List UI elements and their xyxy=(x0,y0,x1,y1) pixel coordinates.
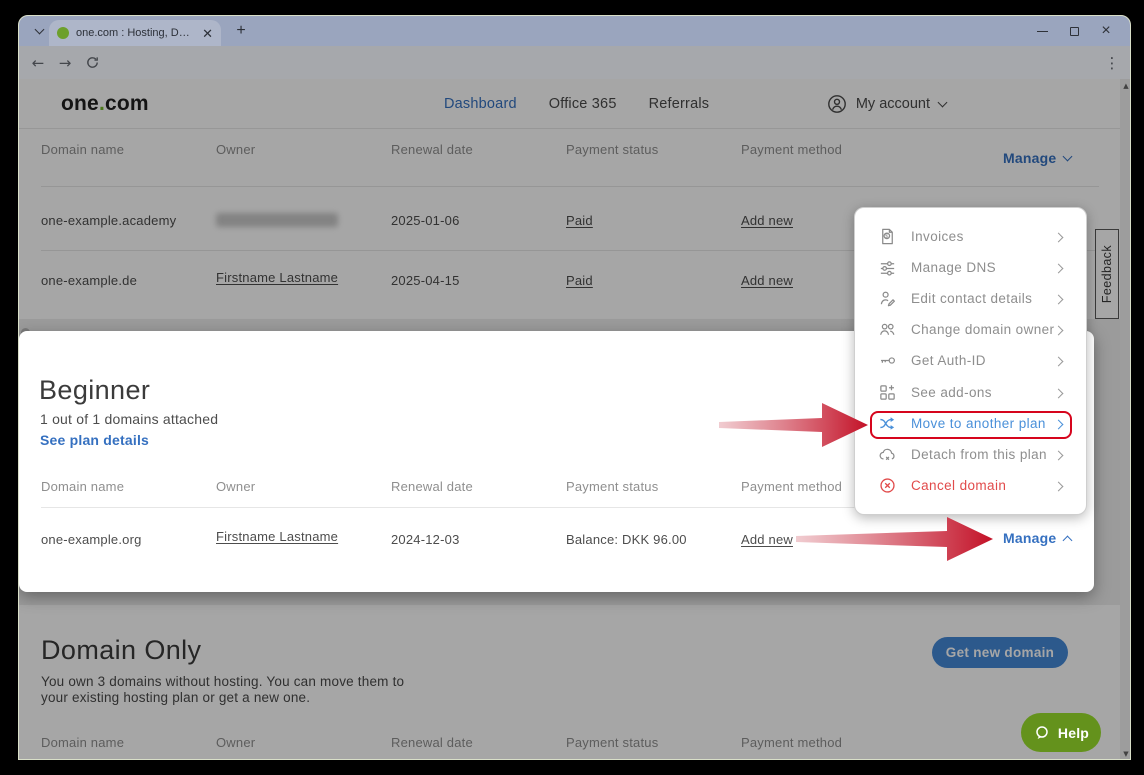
maximize-button[interactable] xyxy=(1058,16,1090,46)
menu-item-see-add-ons[interactable]: See add-ons xyxy=(855,377,1086,408)
page-content: one.com Dashboard Office 365 Referrals M… xyxy=(19,79,1131,760)
menu-item-label: Cancel domain xyxy=(911,478,1006,493)
window-controls: × xyxy=(1026,16,1122,46)
menu-item-label: Edit contact details xyxy=(911,291,1032,306)
plan-title: Beginner xyxy=(39,375,150,406)
menu-item-detach-from-plan[interactable]: Detach from this plan xyxy=(855,439,1086,470)
tab-close-icon[interactable]: ✕ xyxy=(202,27,213,40)
site-favicon xyxy=(57,27,69,39)
browser-titlebar: one.com : Hosting, Domain, Em ✕ + × xyxy=(19,16,1130,46)
chat-bubble-icon xyxy=(1033,724,1051,742)
browser-toolbar: ← → one.com/admin/account/products.do ☆ … xyxy=(19,46,1130,79)
menu-item-cancel-domain[interactable]: Cancel domain xyxy=(855,470,1086,501)
col-domain-name: Domain name xyxy=(41,479,124,494)
svg-text:$: $ xyxy=(884,233,888,240)
menu-item-change-domain-owner[interactable]: Change domain owner xyxy=(855,314,1086,345)
maximize-icon xyxy=(1070,27,1079,36)
chevron-right-icon xyxy=(1055,353,1062,368)
manage-dropdown-open[interactable]: Manage xyxy=(1003,530,1071,546)
reload-icon xyxy=(85,55,100,70)
browser-window: one.com : Hosting, Domain, Em ✕ + × ← → … xyxy=(18,15,1131,760)
menu-item-edit-contact-details[interactable]: Edit contact details xyxy=(855,283,1086,314)
chevron-right-icon xyxy=(1055,322,1062,337)
close-button[interactable]: × xyxy=(1090,16,1122,46)
annotation-highlight-box xyxy=(870,411,1072,439)
browser-menu-button[interactable]: ⋮ xyxy=(1100,46,1124,79)
manage-label: Manage xyxy=(1003,530,1056,546)
browser-tab[interactable]: one.com : Hosting, Domain, Em ✕ xyxy=(49,20,221,46)
menu-item-label: Invoices xyxy=(911,229,964,244)
addons-icon xyxy=(877,382,897,402)
chevron-right-icon xyxy=(1055,229,1062,244)
see-plan-details-link[interactable]: See plan details xyxy=(40,432,149,448)
chevron-down-icon xyxy=(34,25,44,35)
close-icon: × xyxy=(1101,23,1110,39)
col-owner: Owner xyxy=(216,479,255,494)
tab-title: one.com : Hosting, Domain, Em xyxy=(76,27,191,39)
col-renewal-date: Renewal date xyxy=(391,479,473,494)
menu-item-label: Change domain owner xyxy=(911,322,1054,337)
col-payment-status: Payment status xyxy=(566,479,658,494)
add-new-link[interactable]: Add new xyxy=(741,532,793,547)
key-icon xyxy=(877,351,897,371)
person-edit-icon xyxy=(877,289,897,309)
cloud-x-icon xyxy=(877,444,897,464)
cancel-circle-icon xyxy=(877,475,897,495)
minimize-icon xyxy=(1037,31,1048,32)
help-button[interactable]: Help xyxy=(1021,713,1101,752)
invoice-icon: $ xyxy=(877,227,897,247)
new-tab-button[interactable]: + xyxy=(229,20,253,42)
chevron-right-icon xyxy=(1055,478,1062,493)
col-payment-method: Payment method xyxy=(741,479,842,494)
sliders-icon xyxy=(877,258,897,278)
row-balance: Balance: DKK 96.00 xyxy=(566,532,687,547)
manage-dropdown-menu: $ Invoices Manage DNS Edit contact detai… xyxy=(854,207,1087,515)
tab-search-button[interactable] xyxy=(27,21,51,41)
owner-link[interactable]: Firstname Lastname xyxy=(216,529,338,544)
menu-item-manage-dns[interactable]: Manage DNS xyxy=(855,252,1086,283)
row-domain: one-example.org xyxy=(41,532,142,547)
chevron-right-icon xyxy=(1055,260,1062,275)
menu-item-label: Detach from this plan xyxy=(911,447,1047,462)
chevron-right-icon xyxy=(1055,385,1062,400)
plan-subtitle: 1 out of 1 domains attached xyxy=(40,411,218,427)
minimize-button[interactable] xyxy=(1026,16,1058,46)
menu-item-label: See add-ons xyxy=(911,385,992,400)
chevron-up-icon xyxy=(1063,535,1073,545)
menu-item-get-auth-id[interactable]: Get Auth-ID xyxy=(855,345,1086,376)
back-button[interactable]: ← xyxy=(25,46,51,79)
chevron-right-icon xyxy=(1055,291,1062,306)
people-icon xyxy=(877,320,897,340)
menu-item-invoices[interactable]: $ Invoices xyxy=(855,221,1086,252)
row-renewal: 2024-12-03 xyxy=(391,532,460,547)
chevron-right-icon xyxy=(1055,447,1062,462)
menu-item-label: Get Auth-ID xyxy=(911,353,986,368)
help-label: Help xyxy=(1058,725,1089,741)
forward-button[interactable]: → xyxy=(52,46,78,79)
menu-item-label: Manage DNS xyxy=(911,260,996,275)
reload-button[interactable] xyxy=(79,46,105,79)
